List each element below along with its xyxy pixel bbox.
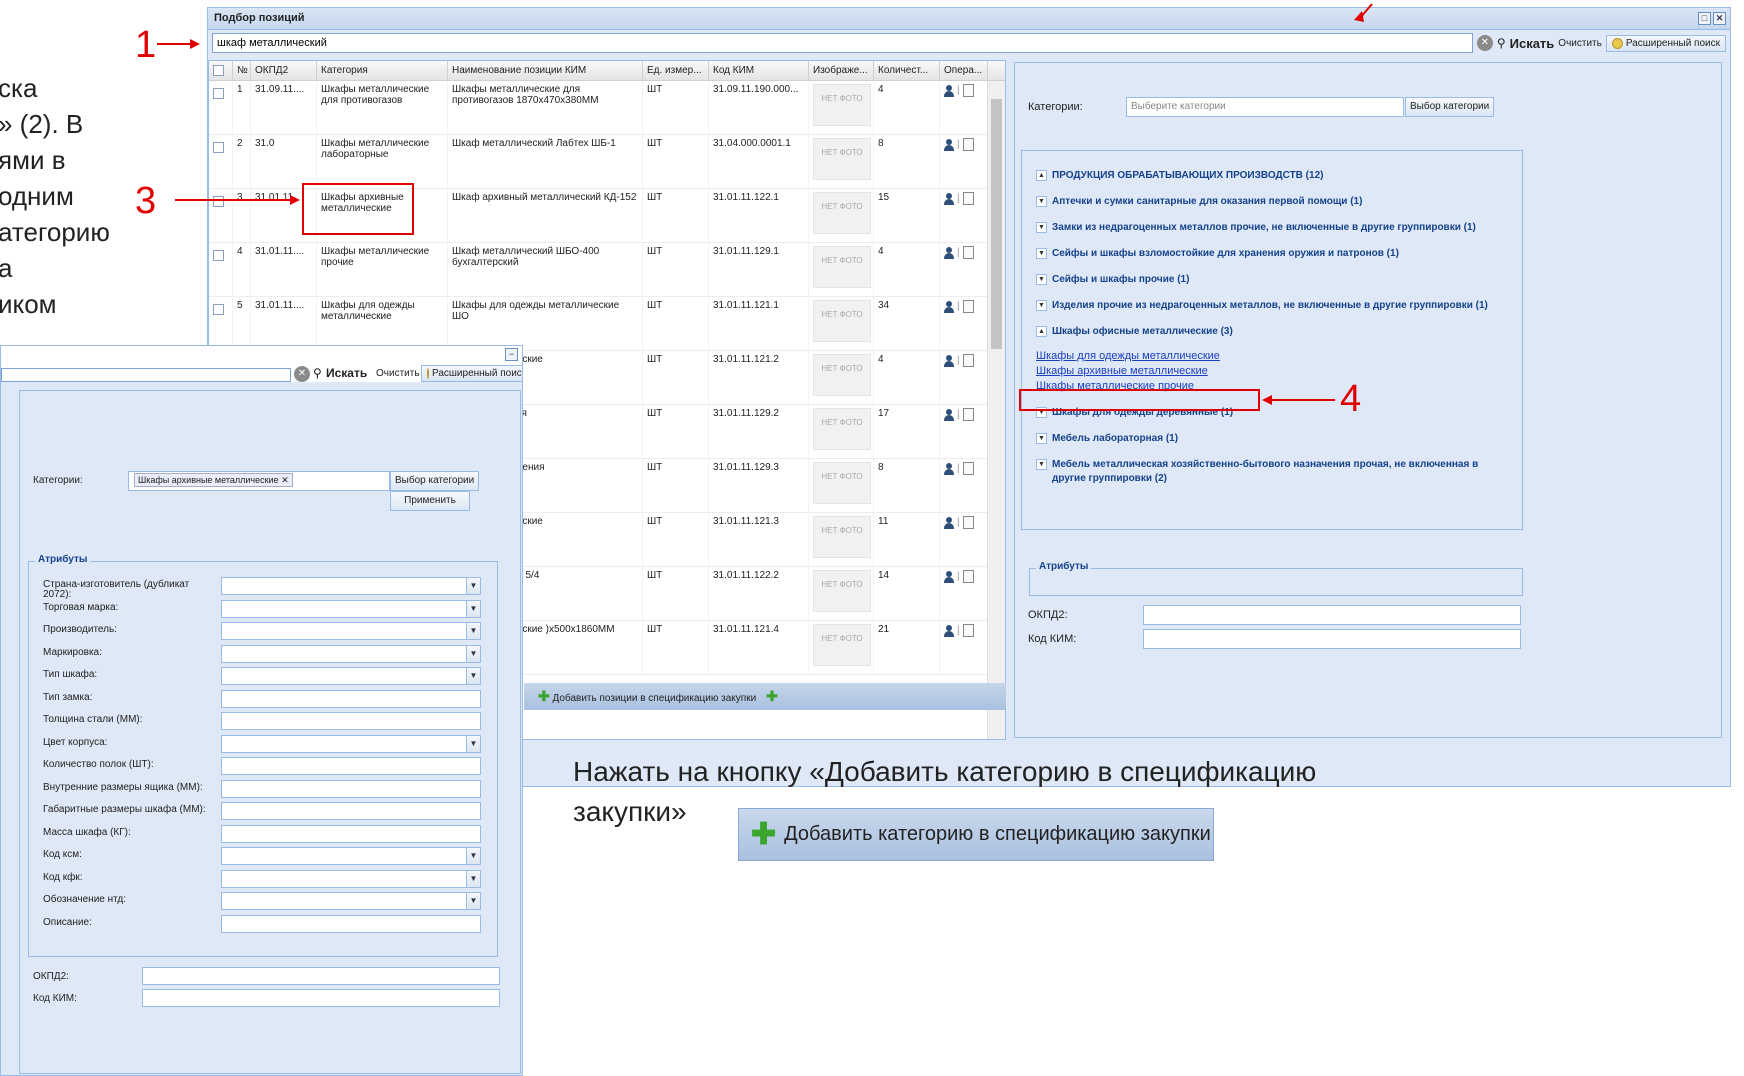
arrow-4-head — [1262, 395, 1272, 405]
arrow-1-head — [190, 39, 200, 49]
instruction-line-1: Нажать на кнопку «Добавить категорию в с… — [573, 756, 1317, 787]
annotation-arrows — [157, 3, 1373, 405]
arrow-3-head — [290, 195, 300, 205]
arrow-2-head — [1354, 11, 1364, 22]
add-category-button-image[interactable]: ✚ Добавить категорию в спецификацию заку… — [738, 808, 1214, 861]
add-category-label: Добавить категорию в спецификацию закупк… — [784, 823, 1211, 845]
plus-icon: ✚ — [751, 818, 777, 851]
highlight-leaf-box — [1019, 389, 1260, 411]
highlight-category-box — [302, 183, 414, 235]
